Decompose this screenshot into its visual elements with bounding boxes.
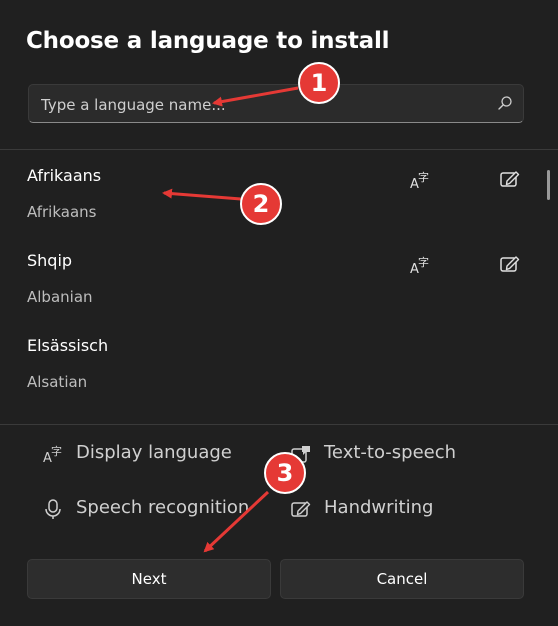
language-english-name: Afrikaans <box>27 203 97 221</box>
annotation-badge-1: 1 <box>298 62 340 104</box>
next-language-item-partial: . . . . <box>60 416 92 424</box>
search-box[interactable] <box>28 84 524 124</box>
legend-label: Handwriting <box>324 497 434 518</box>
handwriting-icon <box>500 256 520 272</box>
handwriting-icon <box>500 171 520 187</box>
handwriting-icon <box>291 501 311 517</box>
language-native-name: Afrikaans <box>27 166 102 185</box>
display-language-icon: A 字 <box>410 170 429 190</box>
svg-text:字: 字 <box>418 255 429 269</box>
language-list[interactable]: Afrikaans Afrikaans A 字 Shqip Albanian A… <box>0 150 558 424</box>
language-english-name: Albanian <box>27 288 93 306</box>
divider <box>0 424 558 425</box>
legend-label: Text-to-speech <box>324 442 457 463</box>
scrollbar-thumb[interactable] <box>547 170 550 200</box>
language-item-alsatian[interactable]: Elsässisch Alsatian <box>0 320 540 405</box>
language-item-albanian[interactable]: Shqip Albanian A 字 <box>0 235 540 320</box>
language-english-name: Alsatian <box>27 373 88 391</box>
dialog-title: Choose a language to install <box>26 28 390 54</box>
legend-label: Display language <box>76 442 232 463</box>
display-language-icon: A 字 <box>43 444 62 464</box>
legend-label: Speech recognition <box>76 497 250 518</box>
cancel-button[interactable]: Cancel <box>280 559 524 599</box>
language-install-dialog: Choose a language to install Afrikaans A… <box>0 0 558 626</box>
search-icon[interactable] <box>497 95 513 111</box>
language-native-name: Elsässisch <box>27 336 109 355</box>
svg-text:字: 字 <box>51 444 62 458</box>
display-language-icon: A 字 <box>410 255 429 275</box>
language-search-input[interactable] <box>39 85 483 124</box>
svg-text:字: 字 <box>418 170 429 184</box>
next-button[interactable]: Next <box>27 559 271 599</box>
annotation-badge-3: 3 <box>264 452 306 494</box>
annotation-badge-2: 2 <box>240 183 282 225</box>
microphone-icon <box>45 499 61 519</box>
language-native-name: Shqip <box>27 251 73 270</box>
